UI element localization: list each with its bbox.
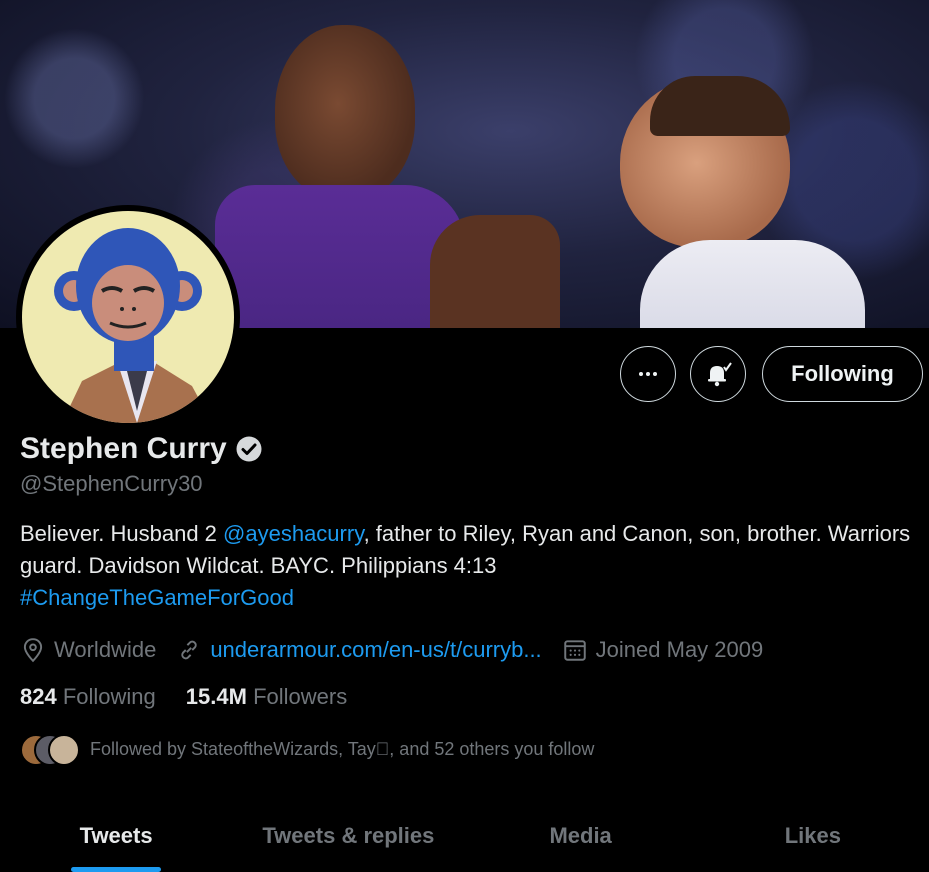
calendar-icon: [563, 640, 586, 661]
avatar-image: [22, 211, 234, 423]
following-button[interactable]: Following: [762, 346, 923, 402]
profile-avatar[interactable]: [16, 205, 240, 429]
following-count: 824: [20, 684, 57, 709]
bio-text: Believer. Husband 2: [20, 521, 224, 546]
location-pin-icon: [23, 638, 43, 663]
profile-meta: Worldwide underarmour.com/en-us/t/curryb…: [20, 634, 783, 666]
followed-by-text: Followed by StateoftheWizards, Tay, and…: [90, 738, 594, 759]
notifications-button[interactable]: [690, 346, 746, 402]
tab-likes[interactable]: Likes: [697, 800, 929, 872]
following-label: Following: [62, 684, 156, 709]
banner-player-left: [275, 25, 415, 200]
notification-bell-icon: [708, 362, 732, 387]
banner-purple-jersey: [215, 185, 465, 328]
followers-count-link[interactable]: 15.4M Followers: [186, 684, 347, 710]
mini-avatar: [48, 734, 80, 766]
website-item[interactable]: underarmour.com/en-us/t/curryb...: [176, 637, 542, 663]
more-icon: [639, 372, 657, 376]
following-count-link[interactable]: 824 Following: [20, 684, 156, 710]
bio-mention-link[interactable]: @ayeshacurry: [223, 521, 364, 546]
location-text: Worldwide: [54, 637, 157, 662]
banner-arm: [430, 215, 560, 328]
followers-label: Followers: [253, 684, 348, 709]
verified-badge-icon[interactable]: [235, 435, 263, 463]
follow-counts: 824 Following 15.4M Followers: [20, 684, 347, 710]
bio-hashtag-link[interactable]: #ChangeTheGameForGood: [20, 585, 294, 610]
ape-illustration: [54, 228, 212, 423]
tab-media[interactable]: Media: [465, 800, 697, 872]
profile-name-row: Stephen Curry: [20, 432, 263, 466]
more-button[interactable]: [620, 346, 676, 402]
website-link[interactable]: underarmour.com/en-us/t/curryb...: [210, 637, 541, 663]
profile-bio: Believer. Husband 2 @ayeshacurry, father…: [20, 518, 920, 614]
banner-white-jersey: [640, 240, 865, 328]
joined-item: Joined May 2009: [562, 637, 764, 663]
link-icon: [181, 640, 197, 660]
followed-by-row[interactable]: Followed by StateoftheWizards, Tay, and…: [20, 732, 594, 766]
tab-tweets-and-replies[interactable]: Tweets & replies: [232, 800, 464, 872]
profile-tabs: Tweets Tweets & replies Media Likes: [0, 800, 929, 872]
profile-name: Stephen Curry: [20, 432, 227, 465]
followed-by-avatars: [20, 734, 90, 766]
location-item: Worldwide: [20, 637, 156, 663]
followers-count: 15.4M: [185, 684, 247, 709]
profile-handle: @StephenCurry30: [20, 471, 203, 496]
joined-text: Joined May 2009: [595, 637, 764, 662]
tab-tweets[interactable]: Tweets: [0, 800, 232, 872]
